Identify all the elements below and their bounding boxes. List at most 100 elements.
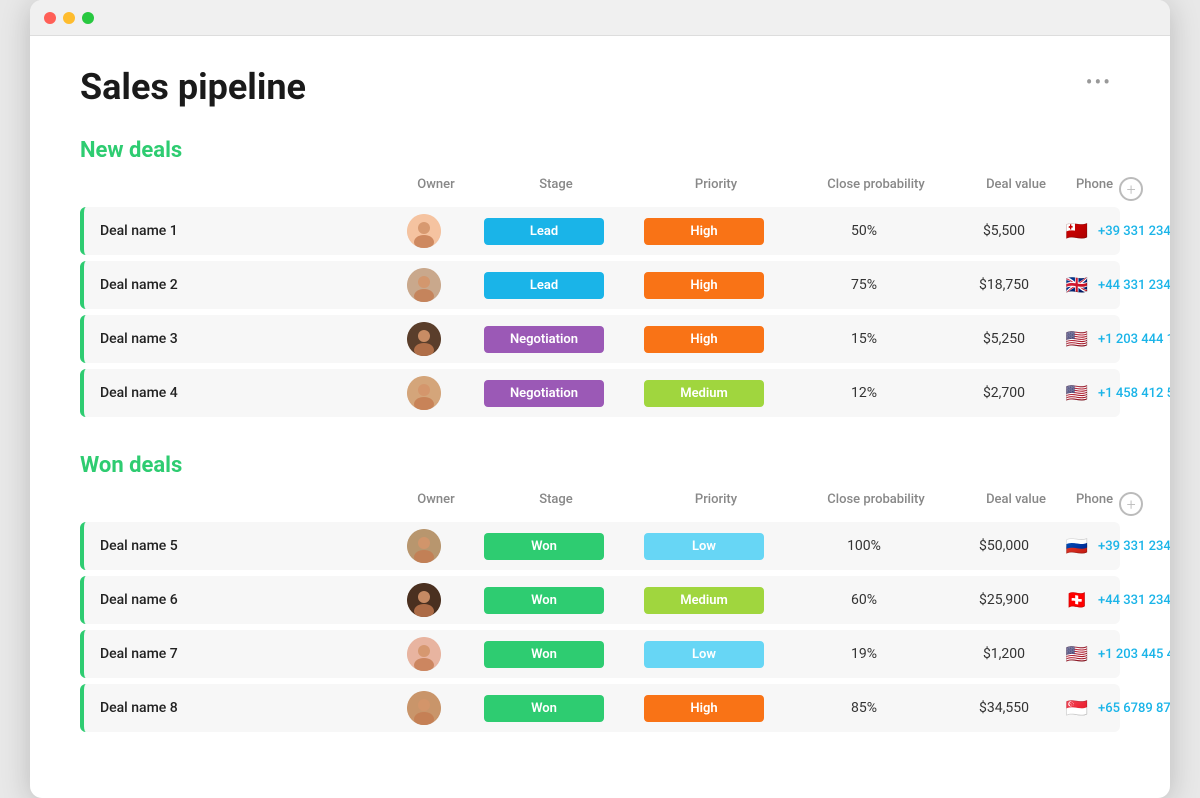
avatar <box>407 529 441 563</box>
phone-number[interactable]: +44 331 234 4456 <box>1098 593 1170 608</box>
phone-number[interactable]: +44 331 234 4456 <box>1098 278 1170 293</box>
close-button[interactable] <box>44 12 56 24</box>
deal-phone: 🇬🇧 +44 331 234 4456 <box>1064 276 1170 294</box>
stage-badge: Won <box>484 533 604 560</box>
deal-owner <box>384 583 464 617</box>
column-header-6: Phone <box>1076 177 1113 201</box>
section-won-deals: Won deals OwnerStagePriorityClose probabi… <box>80 453 1120 732</box>
deal-owner <box>384 637 464 671</box>
deal-phone: 🇹🇴+39 331 234 4456 <box>1064 222 1170 240</box>
avatar <box>407 691 441 725</box>
column-header-0 <box>96 492 396 516</box>
column-header-3: Priority <box>636 492 796 516</box>
deal-name: Deal name 7 <box>84 646 384 662</box>
deal-priority: Medium <box>624 587 784 614</box>
deal-name: Deal name 3 <box>84 331 384 347</box>
deal-phone: 🇨🇭 +44 331 234 4456 <box>1064 591 1170 609</box>
deal-value: $5,250 <box>944 331 1064 347</box>
country-flag: 🇷🇺 <box>1064 537 1090 555</box>
priority-badge: Medium <box>644 587 764 614</box>
section-title-won-deals: Won deals <box>80 453 1120 478</box>
close-probability: 50% <box>784 223 944 239</box>
table-row: Deal name 7 WonLow19%$1,200🇺🇸+1 203 445 … <box>80 630 1120 678</box>
stage-badge: Lead <box>484 272 604 299</box>
deal-priority: High <box>624 695 784 722</box>
table-row: Deal name 4 NegotiationMedium12%$2,700🇺🇸… <box>80 369 1120 417</box>
column-header-3: Priority <box>636 177 796 201</box>
table-row: Deal name 6 WonMedium60%$25,900🇨🇭+44 331… <box>80 576 1120 624</box>
deal-owner <box>384 691 464 725</box>
page-title: Sales pipeline <box>80 66 306 108</box>
deal-priority: High <box>624 218 784 245</box>
avatar <box>407 268 441 302</box>
deal-priority: High <box>624 272 784 299</box>
deal-value: $25,900 <box>944 592 1064 608</box>
deal-owner <box>384 214 464 248</box>
stage-badge: Won <box>484 641 604 668</box>
table-row: Deal name 5 WonLow100%$50,000🇷🇺+39 331 2… <box>80 522 1120 570</box>
close-probability: 75% <box>784 277 944 293</box>
close-probability: 12% <box>784 385 944 401</box>
priority-badge: Low <box>644 533 764 560</box>
avatar <box>407 322 441 356</box>
column-header-5: Deal value <box>956 177 1076 201</box>
deal-owner <box>384 268 464 302</box>
priority-badge: Low <box>644 641 764 668</box>
deal-name: Deal name 2 <box>84 277 384 293</box>
deal-name: Deal name 1 <box>84 223 384 239</box>
close-probability: 100% <box>784 538 944 554</box>
close-probability: 85% <box>784 700 944 716</box>
deal-value: $18,750 <box>944 277 1064 293</box>
avatar <box>407 583 441 617</box>
stage-badge: Negotiation <box>484 326 604 353</box>
deal-stage: Negotiation <box>464 326 624 353</box>
phone-number[interactable]: +1 203 445 4587 <box>1098 647 1170 662</box>
column-header-6: Phone <box>1076 492 1113 516</box>
column-header-4: Close probability <box>796 492 956 516</box>
phone-number[interactable]: +1 203 444 1234 <box>1098 332 1170 347</box>
phone-number[interactable]: +39 331 234 4456 <box>1098 224 1170 239</box>
table-row: Deal name 8 WonHigh85%$34,550🇸🇬+65 6789 … <box>80 684 1120 732</box>
deal-stage: Won <box>464 641 624 668</box>
deal-phone: 🇸🇬+65 6789 8777 <box>1064 699 1170 717</box>
avatar <box>407 376 441 410</box>
add-deal-header-button[interactable]: + <box>1119 177 1143 201</box>
priority-badge: High <box>644 218 764 245</box>
stage-badge: Won <box>484 587 604 614</box>
deal-name: Deal name 8 <box>84 700 384 716</box>
deal-value: $2,700 <box>944 385 1064 401</box>
table-row: Deal name 1 LeadHigh50%$5,500🇹🇴+39 331 2… <box>80 207 1120 255</box>
deal-stage: Lead <box>464 272 624 299</box>
deal-stage: Won <box>464 533 624 560</box>
deal-owner <box>384 322 464 356</box>
deal-value: $5,500 <box>944 223 1064 239</box>
section-new-deals: New dealsOwnerStagePriorityClose probabi… <box>80 138 1120 417</box>
stage-badge: Won <box>484 695 604 722</box>
table-won-deals: OwnerStagePriorityClose probabilityDeal … <box>80 492 1120 732</box>
column-header-4: Close probability <box>796 177 956 201</box>
more-options-button[interactable]: ••• <box>1078 66 1120 98</box>
column-header-0 <box>96 177 396 201</box>
maximize-button[interactable] <box>82 12 94 24</box>
deal-priority: High <box>624 326 784 353</box>
stage-badge: Lead <box>484 218 604 245</box>
column-header-5: Deal value <box>956 492 1076 516</box>
minimize-button[interactable] <box>63 12 75 24</box>
deal-phone: 🇺🇸+1 203 444 1234 <box>1064 330 1170 348</box>
deal-priority: Low <box>624 533 784 560</box>
country-flag: 🇨🇭 <box>1064 591 1090 609</box>
country-flag: 🇺🇸 <box>1064 645 1090 663</box>
deal-stage: Lead <box>464 218 624 245</box>
phone-number[interactable]: +39 331 234 8478 <box>1098 539 1170 554</box>
priority-badge: High <box>644 272 764 299</box>
country-flag: 🇬🇧 <box>1064 276 1090 294</box>
deal-stage: Won <box>464 695 624 722</box>
column-header-1: Owner <box>396 492 476 516</box>
table-new-deals: OwnerStagePriorityClose probabilityDeal … <box>80 177 1120 417</box>
deal-value: $34,550 <box>944 700 1064 716</box>
table-header-row: OwnerStagePriorityClose probabilityDeal … <box>80 492 1120 522</box>
table-row: Deal name 3 NegotiationHigh15%$5,250🇺🇸+1… <box>80 315 1120 363</box>
phone-number[interactable]: +65 6789 8777 <box>1098 701 1170 716</box>
add-deal-header-button[interactable]: + <box>1119 492 1143 516</box>
phone-number[interactable]: +1 458 412 5555 <box>1098 386 1170 401</box>
